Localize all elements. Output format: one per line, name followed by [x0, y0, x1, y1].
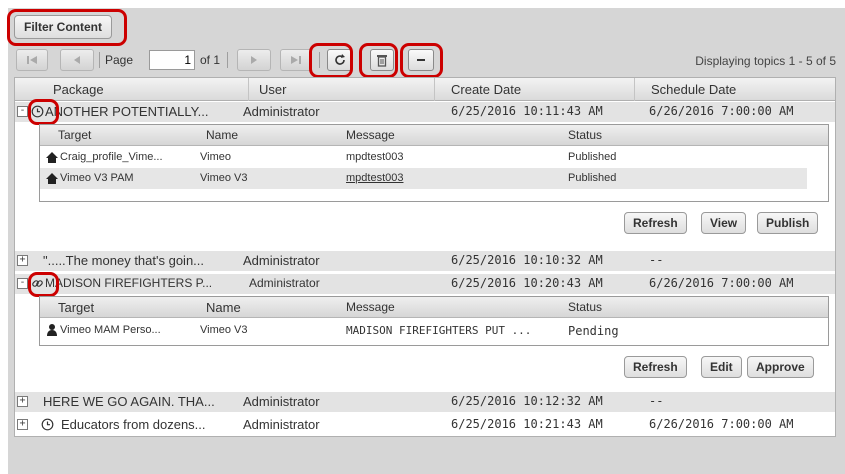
column-schedule-date[interactable]: Schedule Date: [635, 78, 835, 101]
targets-table-1: Target Name Message Status Craig_profile…: [39, 124, 829, 202]
toolbar-divider: [99, 52, 100, 68]
header-message: Message: [346, 128, 395, 142]
target-provider: Vimeo V3: [200, 324, 248, 336]
delete-button[interactable]: [370, 49, 394, 71]
grid-header: Package User Create Date Schedule Date: [15, 78, 835, 101]
target-row[interactable]: Craig_profile_Vime... Vimeo mpdtest003 P…: [40, 147, 828, 168]
collapse-button[interactable]: [408, 49, 434, 71]
topic-schedule-date: 6/26/2016 7:00:00 AM: [649, 417, 794, 431]
trash-icon: [377, 54, 387, 67]
header-target: Target: [58, 300, 95, 315]
topic-row[interactable]: + Educators from dozens... Administrator…: [15, 415, 835, 435]
targets-header: Target Name Message Status: [40, 125, 828, 146]
topic-row[interactable]: + HERE WE GO AGAIN. THA... Administrator…: [15, 392, 835, 412]
filter-content-button[interactable]: Filter Content: [14, 15, 112, 39]
approve-button[interactable]: Approve: [747, 356, 814, 378]
topic-user: Administrator: [243, 394, 320, 409]
toolbar-divider: [227, 52, 228, 68]
last-page-button[interactable]: [280, 49, 312, 71]
edit-button[interactable]: Edit: [701, 356, 742, 378]
target-row[interactable]: Vimeo V3 PAM Vimeo V3 mpdtest003 Publish…: [40, 168, 807, 189]
target-message: mpdtest003: [346, 151, 404, 163]
topic-row[interactable]: + ".....The money that's goin... Adminis…: [15, 251, 835, 271]
refresh-button[interactable]: Refresh: [624, 212, 687, 234]
topic-create-date: 6/25/2016 10:11:43 AM: [451, 104, 603, 118]
publish-button[interactable]: Publish: [757, 212, 819, 234]
topic-title: MADISON FIREFIGHTERS P...: [45, 276, 213, 290]
header-status: Status: [568, 128, 603, 142]
refresh-button[interactable]: [327, 49, 353, 71]
topic-schedule-date: 6/26/2016 7:00:00 AM: [649, 276, 794, 290]
target-status: Published: [568, 172, 617, 184]
targets-table-2: Target Name Message Status Vimeo MAM Per…: [39, 296, 829, 346]
clock-icon: [41, 418, 54, 431]
topic-title: ".....The money that's goin...: [43, 253, 205, 268]
view-button[interactable]: View: [701, 212, 747, 234]
home-icon: [46, 152, 58, 163]
topic-create-date: 6/25/2016 10:20:43 AM: [451, 276, 603, 290]
topic-schedule-date: --: [649, 394, 664, 408]
expand-row-icon[interactable]: +: [17, 419, 28, 430]
header-name: Name: [206, 128, 239, 142]
topic-title: Educators from dozens...: [61, 417, 206, 432]
topic-schedule-date: --: [649, 253, 664, 267]
topic-row[interactable]: - MADISON FIREFIGHTERS P... Administrato…: [15, 274, 835, 294]
targets-header: Target Name Message Status: [40, 297, 828, 318]
refresh-button[interactable]: Refresh: [624, 356, 687, 378]
expand-row-icon[interactable]: +: [17, 396, 28, 407]
target-status: Published: [568, 151, 617, 163]
column-create-date[interactable]: Create Date: [435, 78, 635, 101]
header-name: Name: [206, 300, 241, 315]
first-page-button[interactable]: [16, 49, 48, 71]
topic-title: HERE WE GO AGAIN. THA...: [43, 394, 215, 409]
target-row[interactable]: Vimeo MAM Perso... Vimeo V3 MADISON FIRE…: [40, 320, 828, 341]
toolbar-divider: [319, 52, 320, 68]
displaying-count: Displaying topics 1 - 5 of 5: [695, 54, 836, 68]
page-count-label: of 1: [200, 53, 221, 67]
collapse-row-icon[interactable]: -: [17, 106, 28, 117]
home-icon: [46, 173, 58, 184]
column-user[interactable]: User: [249, 78, 435, 101]
topic-schedule-date: 6/26/2016 7:00:00 AM: [649, 104, 794, 118]
last-page-icon: [291, 56, 301, 64]
next-page-icon: [251, 56, 257, 64]
expand-row-icon[interactable]: +: [17, 255, 28, 266]
topic-user: Administrator: [249, 276, 320, 290]
page-number-input[interactable]: [149, 50, 195, 70]
header-status: Status: [568, 300, 603, 314]
paging-toolbar: Page of 1 Displaying topics 1 - 5 of 5: [14, 49, 836, 71]
target-provider: Vimeo V3: [200, 172, 248, 184]
target-name: Vimeo V3 PAM: [60, 172, 134, 184]
target-name: Vimeo MAM Perso...: [60, 324, 161, 336]
user-icon: [47, 324, 57, 336]
minus-icon: [417, 59, 425, 61]
topic-row[interactable]: - ANOTHER POTENTIALLY... Administrator 6…: [15, 102, 835, 122]
clock-icon: [31, 105, 44, 118]
next-page-button[interactable]: [237, 49, 271, 71]
first-page-icon: [27, 56, 37, 64]
target-message-link[interactable]: mpdtest003: [346, 172, 403, 184]
header-target: Target: [58, 128, 92, 142]
prev-page-icon: [74, 56, 80, 64]
prev-page-button[interactable]: [60, 49, 94, 71]
topics-grid: Package User Create Date Schedule Date -…: [14, 77, 836, 437]
header-message: Message: [346, 300, 395, 314]
target-name: Craig_profile_Vime...: [60, 151, 163, 163]
link-icon: [32, 280, 43, 287]
collapse-row-icon[interactable]: -: [17, 278, 28, 289]
page-label: Page: [105, 53, 134, 67]
target-status: Pending: [568, 324, 619, 338]
topic-user: Administrator: [243, 417, 320, 432]
topic-title: ANOTHER POTENTIALLY...: [45, 104, 209, 119]
topic-create-date: 6/25/2016 10:10:32 AM: [451, 253, 603, 267]
topic-create-date: 6/25/2016 10:21:43 AM: [451, 417, 603, 431]
topic-user: Administrator: [243, 104, 320, 119]
target-provider: Vimeo: [200, 151, 231, 163]
topic-user: Administrator: [243, 253, 320, 268]
column-package[interactable]: Package: [15, 78, 249, 101]
topic-create-date: 6/25/2016 10:12:32 AM: [451, 394, 603, 408]
target-message: MADISON FIREFIGHTERS PUT ...: [346, 324, 532, 337]
refresh-icon: [335, 54, 345, 65]
